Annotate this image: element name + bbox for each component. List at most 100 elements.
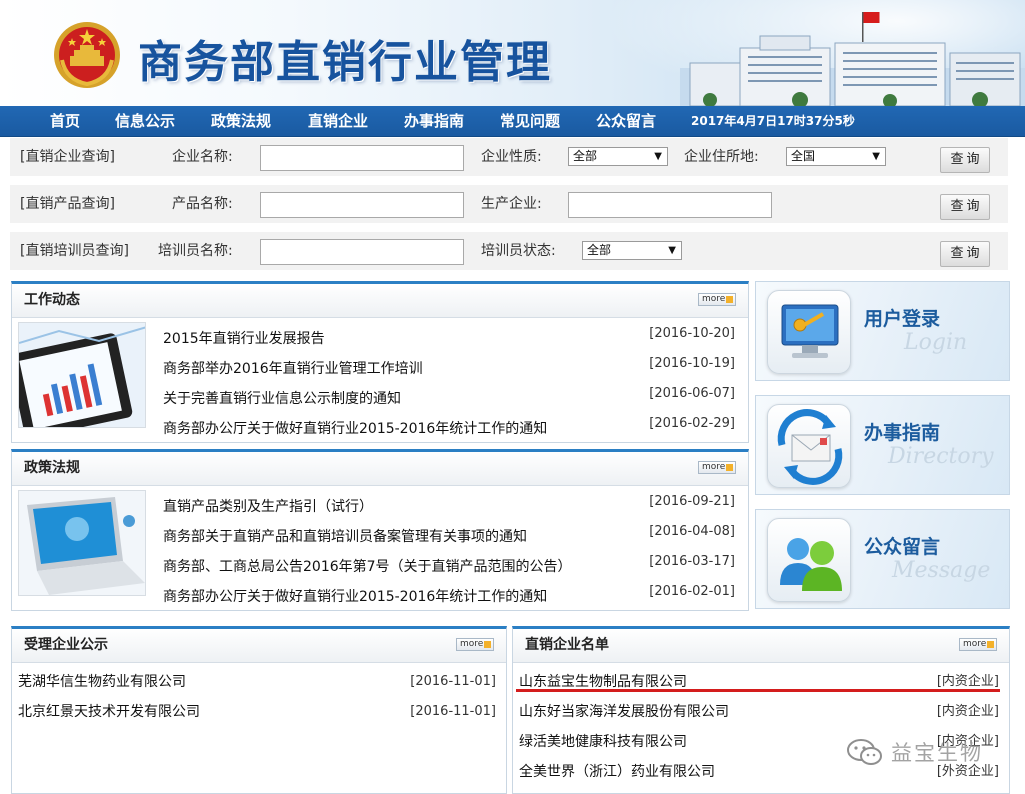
login-card-title: 用户登录	[864, 308, 941, 330]
national-emblem-icon	[54, 22, 120, 88]
work-news-item[interactable]: 商务部举办2016年直销行业管理工作培训	[163, 354, 583, 384]
company-list-header: 直销企业名单 more	[513, 629, 1009, 663]
company-name[interactable]: 全美世界（浙江）药业有限公司	[519, 757, 715, 787]
policy-item[interactable]: 直销产品类别及生产指引（试行）	[163, 492, 583, 522]
chevron-down-icon: ▼	[668, 245, 676, 256]
policy-date: [2016-04-08]	[649, 524, 735, 539]
watermark: 益宝生物	[845, 735, 1025, 769]
work-news-item[interactable]: 关于完善直销行业信息公示制度的通知	[163, 384, 583, 414]
envelope-refresh-icon	[767, 404, 851, 488]
work-news-date: [2016-02-29]	[649, 416, 735, 431]
main-nav: 首页 信息公示 政策法规 直销企业 办事指南 常见问题 公众留言 2017年4月…	[0, 106, 1025, 137]
nav-companies[interactable]: 直销企业	[308, 106, 368, 137]
users-message-icon	[767, 518, 851, 602]
chevron-down-icon: ▼	[654, 151, 662, 162]
nav-info-disclosure[interactable]: 信息公示	[115, 106, 175, 137]
product-name-input[interactable]	[260, 192, 464, 218]
product-maker-input[interactable]	[568, 192, 772, 218]
product-name-label: 产品名称:	[172, 196, 233, 212]
policy-item[interactable]: 商务部、工商总局公告2016年第7号（关于直销产品范围的公告）	[163, 552, 583, 582]
work-news-date: [2016-10-20]	[649, 326, 735, 341]
company-list-more-button[interactable]: more	[959, 638, 997, 651]
red-flag-icon	[863, 12, 880, 23]
company-name[interactable]: 山东好当家海洋发展股份有限公司	[519, 697, 729, 727]
company-location-value: 全国	[791, 149, 816, 163]
work-news-header: 工作动态 more	[12, 284, 748, 318]
message-card-title: 公众留言	[864, 536, 941, 558]
work-news-date: [2016-06-07]	[649, 386, 735, 401]
policy-date: [2016-09-21]	[649, 494, 735, 509]
work-news-item[interactable]: 商务部办公厅关于做好直销行业2015-2016年统计工作的通知	[163, 414, 583, 444]
product-query-label: [直销产品查询]	[20, 196, 115, 212]
company-query-label: [直销企业查询]	[20, 149, 115, 165]
work-news-thumbnail	[18, 322, 146, 428]
company-type: [内资企业]	[936, 674, 999, 689]
accepted-more-button[interactable]: more	[456, 638, 494, 651]
guide-card[interactable]: 办事指南 Directory	[755, 395, 1010, 495]
company-type: [内资企业]	[936, 704, 999, 719]
guide-card-title: 办事指南	[864, 422, 941, 444]
policy-header: 政策法规 more	[12, 452, 748, 486]
accepted-title: 受理企业公示	[24, 637, 108, 653]
company-query-row: [直销企业查询] 企业名称: 企业性质: 全部 ▼ 企业住所地: 全国 ▼ 查询	[10, 138, 1008, 177]
work-news-date: [2016-10-19]	[649, 356, 735, 371]
product-query-row: [直销产品查询] 产品名称: 生产企业: 查询	[10, 185, 1008, 224]
message-card-subtitle: Message	[892, 558, 991, 583]
accepted-row: 北京红景天技术开发有限公司 [2016-11-01]	[18, 697, 496, 727]
company-query-button[interactable]: 查询	[940, 147, 990, 173]
government-buildings-image	[680, 12, 1025, 106]
trainer-name-input[interactable]	[260, 239, 464, 265]
highlight-underline	[516, 689, 1000, 692]
trainer-status-select[interactable]: 全部 ▼	[582, 241, 682, 260]
trainer-status-label: 培训员状态:	[481, 243, 556, 259]
message-card[interactable]: 公众留言 Message	[755, 509, 1010, 609]
product-query-button[interactable]: 查询	[940, 194, 990, 220]
work-news-more-button[interactable]: more	[698, 293, 736, 306]
company-type-select[interactable]: 全部 ▼	[568, 147, 668, 166]
laptop-image	[19, 491, 145, 595]
product-maker-label: 生产企业:	[481, 196, 542, 212]
nav-datetime: 2017年4月7日17时37分5秒	[691, 114, 855, 128]
company-location-select[interactable]: 全国 ▼	[786, 147, 886, 166]
policy-more-button[interactable]: more	[698, 461, 736, 474]
login-monitor-icon	[767, 290, 851, 374]
policy-title: 政策法规	[24, 460, 80, 476]
company-name-input[interactable]	[260, 145, 464, 171]
trainer-query-row: [直销培训员查询] 培训员名称: 培训员状态: 全部 ▼ 查询	[10, 232, 1008, 271]
nav-guide[interactable]: 办事指南	[404, 106, 464, 137]
work-news-item[interactable]: 2015年直销行业发展报告	[163, 324, 583, 354]
login-card-subtitle: Login	[904, 330, 968, 355]
nav-policy[interactable]: 政策法规	[211, 106, 271, 137]
wechat-icon	[847, 739, 882, 765]
policy-date: [2016-03-17]	[649, 554, 735, 569]
policy-item[interactable]: 商务部办公厅关于做好直销行业2015-2016年统计工作的通知	[163, 582, 583, 612]
login-card[interactable]: 用户登录 Login	[755, 281, 1010, 381]
policy-thumbnail	[18, 490, 146, 596]
company-name-label: 企业名称:	[172, 149, 233, 165]
chevron-down-icon: ▼	[872, 151, 880, 162]
policy-item[interactable]: 商务部关于直销产品和直销培训员备案管理有关事项的通知	[163, 522, 583, 552]
tablet-chart-image	[19, 323, 145, 427]
site-title: 商务部直销行业管理	[138, 37, 552, 88]
watermark-text: 益宝生物	[891, 741, 983, 765]
accepted-company-name[interactable]: 北京红景天技术开发有限公司	[18, 697, 200, 727]
accepted-company-date: [2016-11-01]	[410, 704, 496, 719]
company-row: 山东好当家海洋发展股份有限公司 [内资企业]	[519, 697, 999, 727]
nav-public-message[interactable]: 公众留言	[596, 106, 656, 137]
header-banner: 商务部直销行业管理	[0, 0, 1025, 106]
accepted-row: 芜湖华信生物药业有限公司 [2016-11-01]	[18, 667, 496, 697]
accepted-companies-panel: 受理企业公示 more 芜湖华信生物药业有限公司 [2016-11-01] 北京…	[11, 626, 507, 794]
trainer-query-button[interactable]: 查询	[940, 241, 990, 267]
company-name[interactable]: 山东益宝生物制品有限公司	[519, 667, 687, 697]
company-row: 山东益宝生物制品有限公司 [内资企业]	[519, 667, 999, 697]
policy-panel: 政策法规 more 直销产品类别及生产指引（试行） [2016-09-21] 商…	[11, 449, 749, 611]
company-list-title: 直销企业名单	[525, 637, 609, 653]
nav-home[interactable]: 首页	[50, 106, 80, 137]
trainer-name-label: 培训员名称:	[158, 243, 233, 259]
work-news-panel: 工作动态 more 2015年直销行业发展报告 [2016-10-20] 商务部…	[11, 281, 749, 443]
company-type-value: 全部	[573, 149, 598, 163]
company-type-label: 企业性质:	[481, 149, 542, 165]
accepted-company-name[interactable]: 芜湖华信生物药业有限公司	[18, 667, 186, 697]
nav-faq[interactable]: 常见问题	[500, 106, 560, 137]
company-name[interactable]: 绿活美地健康科技有限公司	[519, 727, 687, 757]
